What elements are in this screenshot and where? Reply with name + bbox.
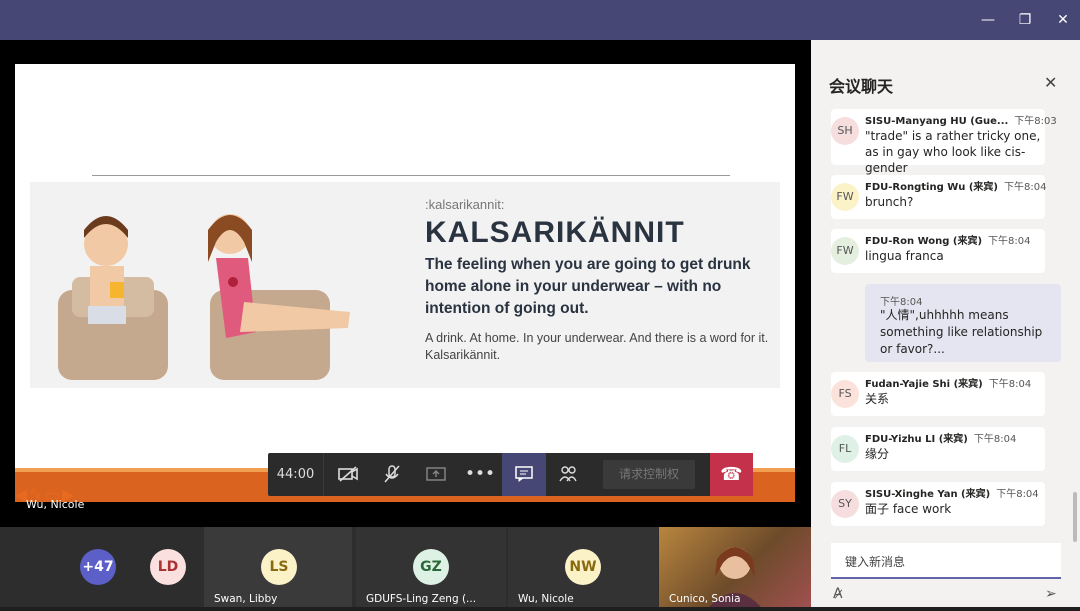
hangup-button[interactable]: ☎	[710, 453, 753, 496]
format-icon[interactable]: A̷	[833, 586, 843, 602]
participant-tile[interactable]: LS Swan, Libby	[204, 527, 352, 607]
slide-divider	[92, 175, 730, 176]
participant-video[interactable]: Cunico, Sonia	[659, 527, 811, 607]
avatar: LS	[261, 549, 297, 585]
avatar: FL	[831, 435, 859, 463]
message-sender: Fudan-Yajie Shi (来宾) 下午8:04	[865, 379, 1032, 390]
slide-definition: The feeling when you are going to get dr…	[425, 256, 751, 317]
participant-name: Wu, Nicole	[518, 593, 574, 605]
avatar: FW	[831, 237, 859, 265]
minimize-button[interactable]: —	[974, 6, 1002, 34]
meeting-chat-panel: 会议聊天 ✕ SH SISU-Manyang HU (Gue... 下午8:03 …	[811, 40, 1080, 607]
camera-off-icon[interactable]	[326, 453, 370, 496]
avatar: SH	[831, 117, 859, 145]
avatar: SY	[831, 490, 859, 518]
participant-name: Swan, Libby	[214, 593, 278, 605]
message-sender: SISU-Manyang HU (Gue... 下午8:03	[865, 116, 1057, 127]
meeting-timer: 44:00	[268, 453, 324, 496]
chat-scrollbar[interactable]	[1073, 492, 1077, 542]
avatar: GZ	[413, 549, 449, 585]
message-text: "人情",uhhhhh means something like relatio…	[880, 308, 1043, 356]
message-text: 关系	[865, 392, 890, 406]
message-text: brunch?	[865, 195, 914, 209]
avatar: FS	[831, 380, 859, 408]
avatar: NW	[565, 549, 601, 585]
avatar: LD	[150, 549, 186, 585]
slide-subtext: A drink. At home. In your underwear. And…	[425, 331, 769, 362]
participant-strip: +47 LD LS Swan, Libby GZ GDUFS-Ling Zeng…	[0, 527, 811, 607]
mic-off-icon[interactable]	[370, 453, 414, 496]
chat-message: FW FDU-Ron Wong (来宾) 下午8:04 lingua franca	[831, 229, 1045, 273]
message-text: lingua franca	[865, 249, 944, 263]
own-chat-message: 下午8:04 "人情",uhhhhh means something like …	[865, 284, 1061, 362]
message-sender: FDU-Yizhu LI (来宾) 下午8:04	[865, 434, 1017, 445]
more-options-button[interactable]: •••	[458, 453, 502, 496]
presentation-slide: :kalsarikannit: KALSARIKÄNNIT The feelin…	[15, 64, 795, 502]
slide-heading: KALSARIKÄNNIT	[425, 216, 685, 249]
presenter-name: Wu, Nicole	[26, 498, 85, 511]
chat-message: SY SISU-Xinghe Yan (来宾) 下午8:04 面子 face wo…	[831, 482, 1045, 526]
close-icon[interactable]: ✕	[1044, 73, 1057, 92]
chat-message: FL FDU-Yizhu LI (来宾) 下午8:04 缘分	[831, 427, 1045, 471]
chat-message: SH SISU-Manyang HU (Gue... 下午8:03 "trade"…	[831, 109, 1057, 175]
shared-screen: :kalsarikannit: KALSARIKÄNNIT The feelin…	[0, 40, 811, 527]
chat-message: FS Fudan-Yajie Shi (来宾) 下午8:04 关系	[831, 372, 1045, 416]
chat-input-placeholder: 键入新消息	[845, 555, 906, 569]
chat-message: FW FDU-Rongting Wu (来宾) 下午8:04 brunch?	[831, 175, 1047, 219]
close-window-button[interactable]: ✕	[1049, 6, 1077, 34]
chat-icon[interactable]	[502, 453, 546, 496]
overflow-avatar: +47	[80, 549, 116, 585]
restore-button[interactable]: ❐	[1011, 6, 1039, 34]
participant-tile[interactable]: GZ GDUFS-Ling Zeng (...	[356, 527, 506, 607]
message-sender: FDU-Rongting Wu (来宾) 下午8:04	[865, 182, 1047, 193]
avatar: FW	[831, 183, 859, 211]
request-control-button[interactable]: 请求控制权	[603, 460, 695, 489]
title-bar: — ❐ ✕	[0, 0, 1080, 40]
message-text: 面子 face work	[865, 502, 952, 516]
participant-name: GDUFS-Ling Zeng (...	[366, 593, 477, 605]
message-sender: SISU-Xinghe Yan (来宾) 下午8:04	[865, 489, 1039, 500]
chat-title: 会议聊天	[829, 77, 894, 96]
chat-input[interactable]: 键入新消息	[831, 543, 1061, 579]
participant-tile[interactable]: +47 LD	[60, 527, 200, 607]
message-text: "trade" is a rather tricky one, as in ga…	[865, 129, 1041, 175]
slide-tag: :kalsarikannit:	[425, 197, 505, 212]
message-time: 下午8:04	[880, 297, 923, 308]
share-icon[interactable]	[414, 453, 458, 496]
message-sender: FDU-Ron Wong (来宾) 下午8:04	[865, 236, 1031, 247]
illustration-image	[58, 214, 350, 380]
message-text: 缘分	[865, 447, 890, 461]
send-icon[interactable]: ➢	[1045, 586, 1057, 602]
participants-icon[interactable]	[546, 453, 590, 496]
participant-name: Cunico, Sonia	[669, 593, 741, 605]
participant-tile[interactable]: NW Wu, Nicole	[508, 527, 658, 607]
meeting-toolbar: 44:00 ••• 请求控制权 ☎	[268, 453, 753, 496]
